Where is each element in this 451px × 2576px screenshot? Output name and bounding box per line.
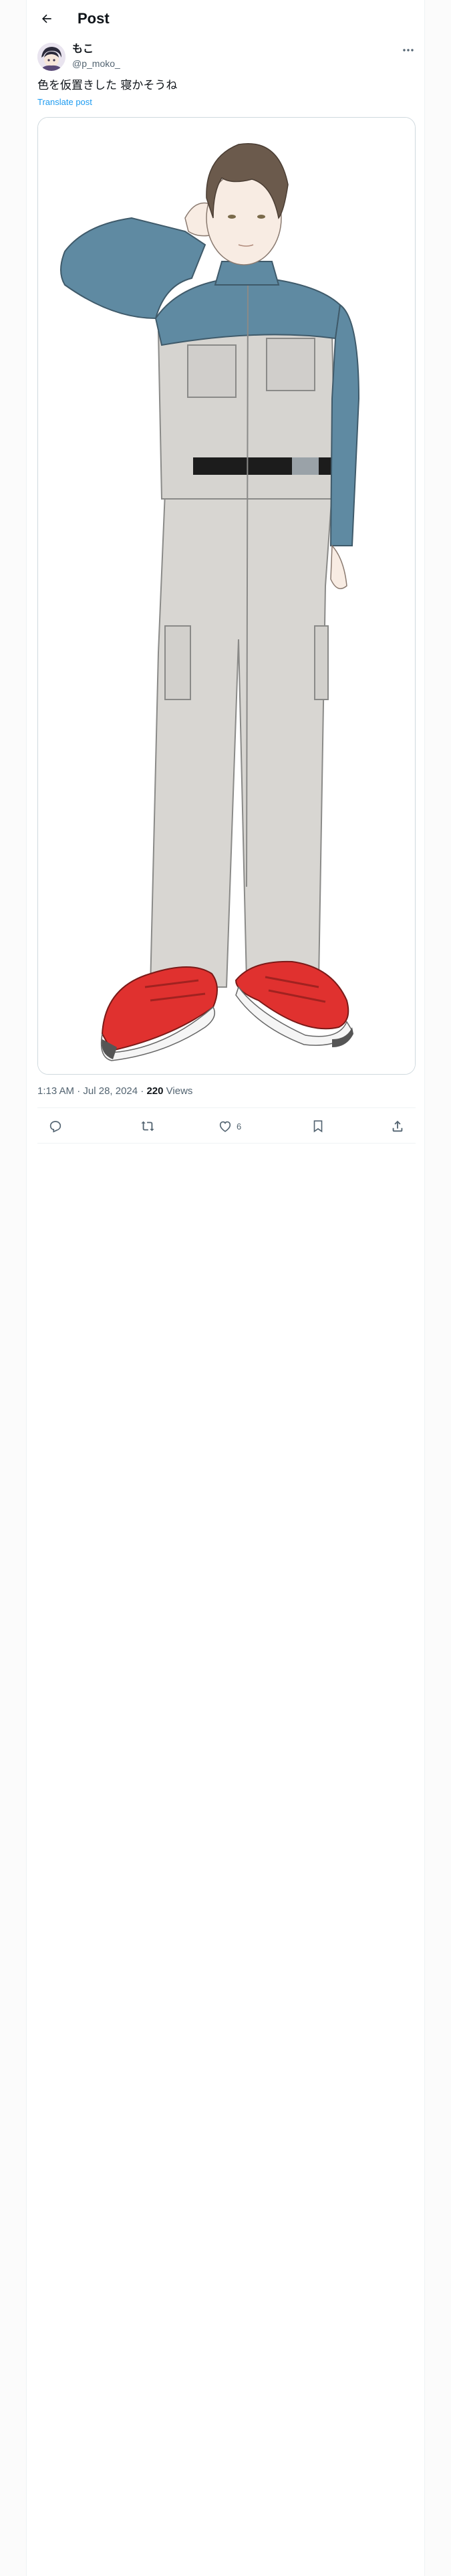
arrow-left-icon: [42, 14, 51, 23]
share-icon: [392, 1120, 403, 1132]
bookmark-button[interactable]: [311, 1118, 325, 1134]
action-bar: 6: [37, 1107, 416, 1144]
like-button[interactable]: 6: [218, 1118, 241, 1134]
more-options-button[interactable]: [399, 43, 418, 58]
post-column: Post もこ @p_moko_ 色を仮置きした 寝かそうね Translate…: [27, 0, 424, 2576]
views-count: 220: [146, 1085, 164, 1097]
views-label: Views: [163, 1085, 193, 1097]
post-text: 色を仮置きした 寝かそうね: [37, 79, 178, 92]
meta-separator: ·: [74, 1085, 84, 1097]
heart-icon: [219, 1121, 231, 1132]
post-meta: 1:13 AM · Jul 28, 2024 · 220 Views: [37, 1085, 192, 1098]
translate-post-link[interactable]: Translate post: [37, 97, 92, 108]
header: Post: [27, 0, 424, 37]
bookmark-icon: [313, 1120, 323, 1133]
meta-separator: ·: [138, 1085, 147, 1097]
reply-icon: [49, 1121, 61, 1133]
reply-button[interactable]: [48, 1118, 63, 1134]
illustration-image: [38, 118, 415, 1074]
share-button[interactable]: [390, 1118, 405, 1134]
more-dots-icon: [403, 49, 414, 51]
right-margin: [424, 0, 451, 2576]
post-time[interactable]: 1:13 AM: [37, 1085, 74, 1097]
like-count: 6: [237, 1121, 242, 1132]
post-date[interactable]: Jul 28, 2024: [83, 1085, 138, 1097]
author-name[interactable]: もこ: [72, 43, 94, 56]
back-button[interactable]: [37, 9, 56, 28]
repost-button[interactable]: [140, 1118, 155, 1134]
avatar[interactable]: [37, 43, 65, 71]
left-margin: [0, 0, 27, 2576]
repost-icon: [141, 1121, 154, 1132]
post-image[interactable]: [37, 117, 416, 1075]
page-title: Post: [78, 10, 110, 27]
author-handle[interactable]: @p_moko_: [72, 58, 120, 70]
